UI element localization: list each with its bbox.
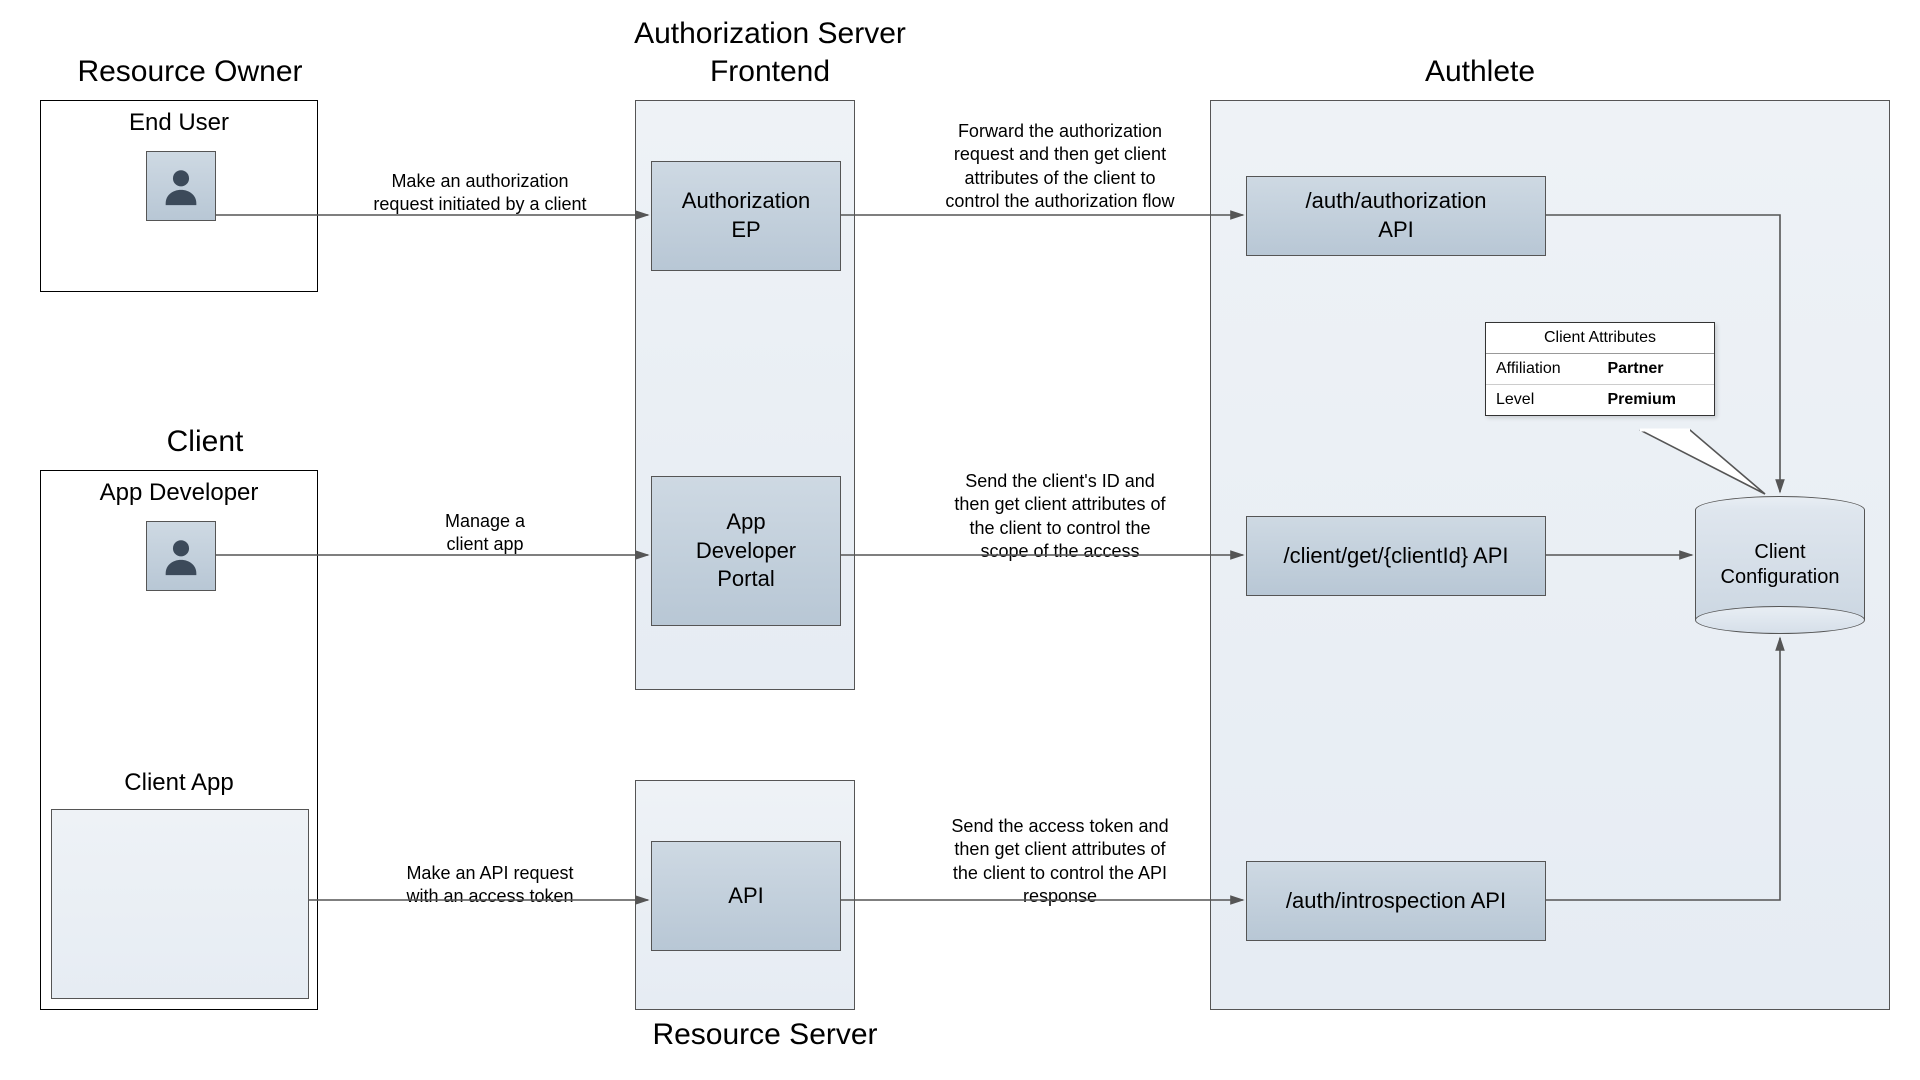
arrow-label-2: Forward the authorization request and th…	[905, 120, 1215, 214]
resource-owner-container: End User	[40, 100, 318, 292]
arrow-label-4: Send the client's ID and then get client…	[905, 470, 1215, 564]
auth-introspection-api-node: /auth/introspection API	[1246, 861, 1546, 941]
section-resource-server-label: Resource Server	[615, 1018, 915, 1052]
callout-row-0-value: Partner	[1597, 354, 1714, 385]
arrow-label-1: Make an authorization request initiated …	[340, 170, 620, 217]
arrow-label-3: Manage a client app	[395, 510, 575, 557]
client-container: App Developer Client App	[40, 470, 318, 1010]
section-auth-server-frontend-label: Authorization Server Frontend	[590, 15, 950, 90]
app-developer-avatar	[146, 521, 216, 591]
client-get-api-node: /client/get/{clientId} API	[1246, 516, 1546, 596]
callout-title: Client Attributes	[1486, 323, 1714, 354]
callout-row-1-key: Level	[1486, 385, 1597, 416]
api-node: API	[651, 841, 841, 951]
diagram-canvas: Resource Owner Client Authorization Serv…	[0, 0, 1920, 1080]
app-developer-label: App Developer	[41, 479, 317, 507]
section-client-label: Client	[105, 425, 305, 459]
section-authlete-label: Authlete	[1330, 55, 1630, 89]
client-configuration-db: Client Configuration	[1695, 510, 1865, 620]
callout-row-1-value: Premium	[1597, 385, 1714, 416]
client-app-label: Client App	[41, 769, 317, 797]
client-app-box	[51, 809, 309, 999]
authorization-ep-node: Authorization EP	[651, 161, 841, 271]
section-resource-owner-label: Resource Owner	[40, 55, 340, 89]
auth-server-frontend-container: Authorization EP App Developer Portal	[635, 100, 855, 690]
arrow-label-6: Send the access token and then get clien…	[905, 815, 1215, 909]
client-configuration-label: Client Configuration	[1695, 510, 1865, 620]
resource-server-container: API	[635, 780, 855, 1010]
user-icon	[158, 533, 204, 579]
end-user-avatar	[146, 151, 216, 221]
app-developer-portal-node: App Developer Portal	[651, 476, 841, 626]
client-attributes-table: Client Attributes Affiliation Partner Le…	[1486, 323, 1714, 415]
arrow-label-5: Make an API request with an access token	[350, 862, 630, 909]
callout-row-0-key: Affiliation	[1486, 354, 1597, 385]
auth-authorization-api-node: /auth/authorization API	[1246, 176, 1546, 256]
user-icon	[158, 163, 204, 209]
end-user-label: End User	[41, 109, 317, 137]
client-attributes-callout: Client Attributes Affiliation Partner Le…	[1485, 322, 1715, 416]
